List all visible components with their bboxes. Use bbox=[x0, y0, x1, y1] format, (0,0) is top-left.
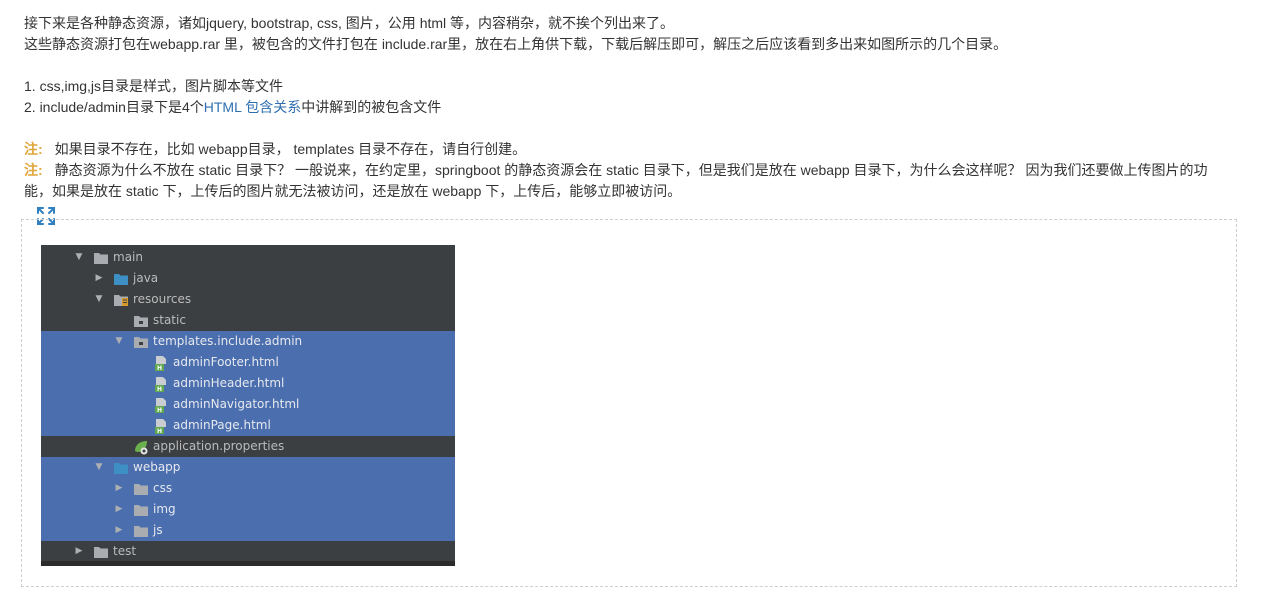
tree-row-label: webapp bbox=[133, 460, 181, 474]
svg-text:H: H bbox=[157, 386, 162, 392]
html-file-icon: H bbox=[153, 376, 169, 393]
tree-row: HadminNavigator.html bbox=[41, 394, 455, 415]
tree-row-label: test bbox=[113, 544, 137, 558]
svg-text:H: H bbox=[157, 365, 162, 371]
svg-text:H: H bbox=[157, 428, 162, 434]
tree-row-label: static bbox=[153, 313, 186, 327]
tree-row: HadminHeader.html bbox=[41, 373, 455, 394]
tree-row-label: js bbox=[153, 523, 163, 537]
tree-row: static bbox=[41, 310, 455, 331]
folder-icon bbox=[133, 524, 149, 537]
tree-row-label: main bbox=[113, 250, 143, 264]
html-file-icon: H bbox=[153, 355, 169, 372]
tree-row: ▼ templates.include.admin bbox=[41, 331, 455, 352]
expanded-arrow-icon: ▼ bbox=[75, 252, 83, 262]
tree-row: HadminPage.html bbox=[41, 415, 455, 436]
note-label: 注: bbox=[24, 162, 43, 178]
tree-row: ▼ resources bbox=[41, 289, 455, 310]
list-item-2-prefix: 2. include/admin目录下是4个 bbox=[24, 99, 204, 115]
tree-row-label: resources bbox=[133, 292, 192, 306]
expanded-arrow-icon: ▼ bbox=[95, 462, 103, 472]
tree-row-label: application.properties bbox=[153, 439, 285, 453]
tree-row-label: css bbox=[153, 481, 173, 495]
package-folder-icon bbox=[133, 335, 149, 348]
folder-icon bbox=[133, 482, 149, 495]
tree-row-label: adminNavigator.html bbox=[173, 397, 300, 411]
note-2: 注: 静态资源为什么不放在 static 目录下？ 一般说来，在约定里，sprin… bbox=[24, 160, 1234, 202]
intro-line-2: 这些静态资源打包在webapp.rar 里，被包含的文件打包在 include.… bbox=[24, 36, 1008, 52]
spring-properties-icon bbox=[133, 439, 149, 455]
tree-row: ▶ css bbox=[41, 478, 455, 499]
package-folder-icon bbox=[133, 314, 149, 327]
list-item-1: 1. css,img,js目录是样式，图片脚本等文件 bbox=[24, 78, 284, 94]
folder-icon bbox=[93, 545, 109, 558]
project-tree-screenshot: ▼ main ▶ java ▼ resources static ▼ templates.inc… bbox=[41, 245, 455, 566]
tree-row: ▼ webapp bbox=[41, 457, 455, 478]
list-item-2-suffix: 中讲解到的被包含文件 bbox=[301, 99, 442, 115]
collapsed-arrow-icon: ▶ bbox=[115, 483, 123, 493]
note-label: 注: bbox=[24, 141, 43, 157]
collapsed-arrow-icon: ▶ bbox=[95, 273, 103, 283]
expanded-arrow-icon: ▼ bbox=[115, 336, 123, 346]
source-folder-icon bbox=[113, 461, 129, 474]
source-folder-icon bbox=[113, 272, 129, 285]
tree-row: ▶ js bbox=[41, 520, 455, 541]
collapsed-arrow-icon: ▶ bbox=[115, 525, 123, 535]
svg-text:H: H bbox=[157, 407, 162, 413]
tree-row: application.properties bbox=[41, 436, 455, 457]
resources-folder-icon bbox=[113, 293, 129, 306]
folder-icon bbox=[93, 251, 109, 264]
intro-line-1: 接下来是各种静态资源，诸如jquery, bootstrap, css, 图片，… bbox=[24, 15, 675, 31]
note-1: 注: 如果目录不存在，比如 webapp目录， templates 目录不存在，请… bbox=[24, 139, 1234, 160]
html-include-link[interactable]: HTML 包含关系 bbox=[204, 99, 301, 115]
tree-row: ▶ img bbox=[41, 499, 455, 520]
tree-row-label: adminPage.html bbox=[173, 418, 271, 432]
list-item-2: 2. include/admin目录下是4个HTML 包含关系中讲解到的被包含文… bbox=[24, 97, 1234, 118]
folder-icon bbox=[133, 503, 149, 516]
tree-row: ▼ main bbox=[41, 247, 455, 268]
article-body: 接下来是各种静态资源，诸如jquery, bootstrap, css, 图片，… bbox=[24, 13, 1234, 202]
tree-row-label: adminHeader.html bbox=[173, 376, 285, 390]
tree-row: ▶ java bbox=[41, 268, 455, 289]
tree-row-label: adminFooter.html bbox=[173, 355, 279, 369]
tree-row-label: java bbox=[133, 271, 159, 285]
note-text: 静态资源为什么不放在 static 目录下？ 一般说来，在约定里，springb… bbox=[24, 162, 1208, 199]
tree-row: HadminFooter.html bbox=[41, 352, 455, 373]
expanded-arrow-icon: ▼ bbox=[95, 294, 103, 304]
tree-row-label: templates.include.admin bbox=[153, 334, 303, 348]
html-file-icon: H bbox=[153, 397, 169, 414]
collapsed-arrow-icon: ▶ bbox=[75, 546, 83, 556]
collapsed-arrow-icon: ▶ bbox=[115, 504, 123, 514]
html-file-icon: H bbox=[153, 418, 169, 435]
tree-row: ▶ test bbox=[41, 541, 455, 562]
note-text: 如果目录不存在，比如 webapp目录， templates 目录不存在，请自行… bbox=[54, 141, 527, 157]
tree-row-label: img bbox=[153, 502, 176, 516]
